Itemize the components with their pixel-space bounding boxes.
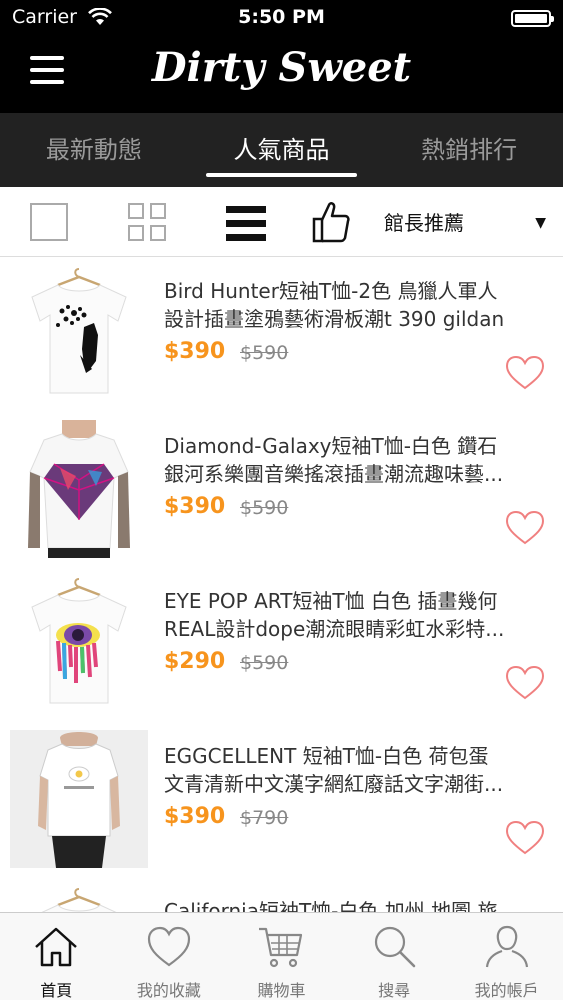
product-name: Diamond-Galaxy短袖T恤-白色 鑽石	[164, 434, 498, 458]
product-original-price: $590	[240, 497, 289, 519]
sort-dropdown[interactable]: 館長推薦 ▼	[384, 207, 554, 239]
cart-icon	[259, 927, 303, 968]
tab-bestsellers[interactable]: 熱銷排行	[375, 113, 563, 187]
tabbar-item-account[interactable]: 我的帳戶	[450, 913, 563, 1000]
heart-icon[interactable]	[505, 820, 545, 856]
status-bar: Carrier 5:50 PM	[0, 0, 563, 36]
product-name: EGGCELLENT 短袖T恤-白色 荷包蛋	[164, 744, 489, 768]
tabbar-item-home[interactable]: 首頁	[0, 913, 113, 1000]
tab-popular[interactable]: 人氣商品	[188, 113, 376, 187]
tabbar-item-search[interactable]: 搜尋	[338, 913, 451, 1000]
product-item[interactable]: Diamond-Galaxy短袖T恤-白色 鑽石 銀河系樂團音樂搖滾插畫潮流趣味…	[0, 412, 563, 567]
heart-icon[interactable]	[505, 510, 545, 546]
search-icon	[374, 926, 416, 968]
product-item[interactable]: EYE POP ART短袖T恤 白色 插畫幾何 REAL設計dope潮流眼睛彩虹…	[0, 567, 563, 722]
app-header: Dirty Sweet	[0, 36, 563, 113]
product-image	[10, 885, 148, 912]
view-toolbar: 館長推薦 ▼	[0, 187, 563, 257]
product-name: Bird Hunter短袖T恤-2色 鳥獵人軍人	[164, 279, 498, 303]
user-icon	[485, 925, 528, 968]
tabbar-item-favorites[interactable]: 我的收藏	[113, 913, 226, 1000]
product-image	[10, 730, 148, 868]
clock: 5:50 PM	[238, 6, 325, 28]
thumbs-up-icon[interactable]	[312, 201, 350, 243]
product-price: $390	[164, 339, 226, 364]
heart-icon	[147, 926, 190, 967]
product-name: EYE POP ART短袖T恤 白色 插畫幾何	[164, 589, 498, 613]
product-original-price: $790	[240, 807, 289, 829]
product-price: $290	[164, 649, 226, 674]
tabbar-item-cart[interactable]: 購物車	[225, 913, 338, 1000]
brand-logo: Dirty Sweet	[151, 44, 412, 91]
grid-view-icon[interactable]	[128, 203, 168, 243]
product-original-price: $590	[240, 342, 289, 364]
tab-latest[interactable]: 最新動態	[0, 113, 188, 187]
product-name: REAL設計dope潮流眼睛彩虹水彩特...	[164, 617, 505, 641]
product-price: $390	[164, 804, 226, 829]
home-icon	[35, 927, 78, 967]
heart-icon[interactable]	[505, 665, 545, 701]
product-item[interactable]: EGGCELLENT 短袖T恤-白色 荷包蛋 文青清新中文漢字網紅廢話文字潮街.…	[0, 722, 563, 877]
single-view-icon[interactable]	[30, 203, 68, 241]
product-name: California短袖T恤-白色 加州 地圖 旅	[164, 899, 498, 912]
tabbar-label: 我的收藏	[136, 981, 201, 1000]
product-image	[10, 575, 148, 713]
product-image	[10, 420, 148, 558]
product-image	[10, 265, 148, 403]
product-name: 銀河系樂團音樂搖滾插畫潮流趣味藝...	[164, 462, 504, 486]
chevron-down-icon: ▼	[535, 215, 546, 231]
tabbar-label: 購物車	[257, 981, 306, 1000]
bottom-tab-bar: 首頁 我的收藏 購物車 搜尋 我的帳戶	[0, 912, 563, 1000]
product-name: 設計插畫塗鴉藝術滑板潮t 390 gildan	[164, 307, 505, 331]
sort-value: 館長推薦	[384, 211, 464, 235]
list-view-icon[interactable]	[226, 206, 266, 242]
category-tabs: 最新動態 人氣商品 熱銷排行	[0, 113, 563, 187]
tabbar-label: 首頁	[40, 981, 73, 1000]
product-item[interactable]: California短袖T恤-白色 加州 地圖 旅	[0, 877, 563, 912]
heart-icon[interactable]	[505, 355, 545, 391]
product-name: 文青清新中文漢字網紅廢話文字潮街...	[164, 772, 504, 796]
product-list: Bird Hunter短袖T恤-2色 鳥獵人軍人 設計插畫塗鴉藝術滑板潮t 39…	[0, 257, 563, 912]
tabbar-label: 我的帳戶	[474, 981, 539, 1000]
product-item[interactable]: Bird Hunter短袖T恤-2色 鳥獵人軍人 設計插畫塗鴉藝術滑板潮t 39…	[0, 257, 563, 412]
tabbar-label: 搜尋	[378, 981, 411, 1000]
battery-icon	[511, 10, 554, 27]
product-price: $390	[164, 494, 226, 519]
product-original-price: $590	[240, 652, 289, 674]
